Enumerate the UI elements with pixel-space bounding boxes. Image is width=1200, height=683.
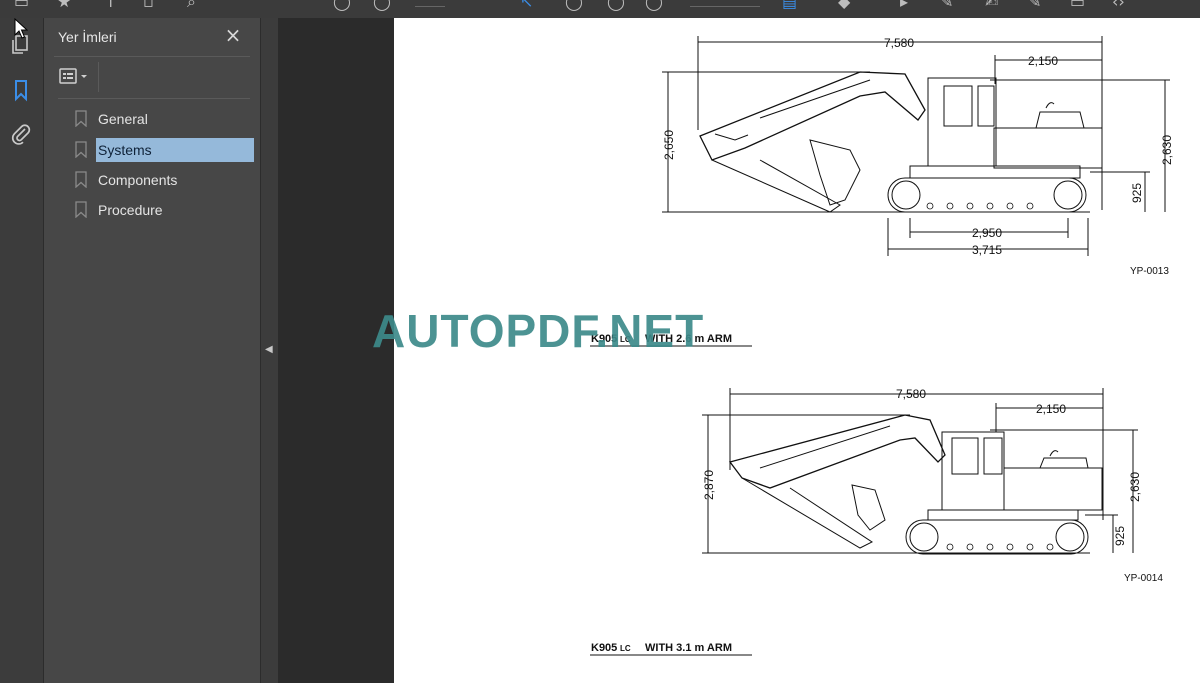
dim-ground-2: 925 [1113, 526, 1127, 546]
sign-icon[interactable]: ✎ [940, 0, 953, 10]
share-icon[interactable]: ▭ [1070, 0, 1085, 10]
excavator-drawing-1 [662, 36, 1170, 256]
bookmark-label: Procedure [98, 202, 163, 218]
collapse-panel-icon[interactable]: ◀ [265, 344, 273, 355]
bookmark-icon [75, 110, 87, 127]
zoom-out-icon[interactable]: ◯ [333, 0, 351, 10]
dim-height-left-1: 2,650 [662, 130, 676, 160]
bookmark-item-general[interactable]: General [72, 106, 272, 132]
bookmark-icon [75, 141, 87, 158]
zoom-in-icon[interactable]: ◯ [373, 0, 391, 10]
bookmark-label: General [98, 111, 148, 127]
dim-top-right-2: 2,150 [1036, 402, 1066, 416]
divider [54, 56, 250, 57]
bookmarks-icon[interactable] [9, 78, 33, 102]
comment-icon[interactable]: ✎ [1028, 0, 1041, 10]
fill-icon[interactable]: ✍ [985, 0, 998, 10]
dim-ground-1: 925 [1130, 183, 1144, 203]
search-icon[interactable]: ⌕ [187, 0, 196, 10]
dim-top-right-1: 2,150 [1028, 54, 1058, 68]
dim-track-inner-1: 2,950 [972, 226, 1002, 240]
bookmark-item-procedure[interactable]: Procedure [72, 197, 272, 223]
svg-text:WITH 3.1 m ARM: WITH 3.1 m ARM [645, 642, 732, 654]
rotate-icon[interactable]: ◯ [565, 0, 583, 10]
dim-height-right-2: 2,630 [1128, 472, 1142, 502]
bookmark-icon [75, 201, 87, 218]
dim-overall-1: 7,580 [884, 36, 914, 50]
more-icon[interactable]: ‹› [1112, 0, 1125, 10]
bookmark-label: Components [98, 172, 178, 188]
bookmarks-panel: Yer İmleri × General Systems Components … [44, 18, 260, 683]
divider [58, 98, 250, 99]
figure-ref-1: YP-0013 [1130, 266, 1169, 277]
svg-text:LC: LC [620, 644, 631, 653]
close-icon[interactable]: × [224, 25, 242, 45]
watermark: AUTOPDF.NET [372, 305, 705, 357]
zoom-field[interactable] [690, 0, 760, 7]
bookmark-item-systems[interactable]: Systems [72, 137, 272, 163]
attachments-icon[interactable] [9, 122, 33, 146]
figure-caption-2: K905 LC WITH 3.1 m ARM [591, 642, 732, 654]
bookmark-icon [75, 171, 87, 188]
highlight-icon[interactable]: ◯ [607, 0, 625, 10]
bookmark-label: Systems [96, 138, 254, 162]
svg-text:K905: K905 [591, 642, 617, 654]
dim-height-left-2: 2,870 [702, 470, 716, 500]
dim-height-right-1: 2,630 [1160, 135, 1174, 165]
bookmark-item-components[interactable]: Components [72, 167, 272, 193]
figure-ref-2: YP-0014 [1124, 573, 1163, 584]
edit-icon[interactable]: ◆ [838, 0, 850, 10]
print-icon[interactable]: ▭ [14, 0, 29, 10]
bookmark-options-button[interactable] [58, 66, 92, 88]
play-icon[interactable]: ▸ [900, 0, 908, 10]
excavator-drawing-2 [702, 388, 1138, 555]
page-field[interactable] [415, 0, 445, 7]
dim-track-outer-1: 3,715 [972, 243, 1002, 257]
divider [98, 62, 99, 92]
save-icon[interactable]: ▫ [143, 0, 154, 10]
bookmark-add-icon[interactable]: ★ [57, 0, 71, 10]
dim-overall-2: 7,580 [896, 387, 926, 401]
mouse-cursor-icon [14, 18, 28, 39]
top-toolbar: ▭ ★ ↑ ▫ ⌕ ◯ ◯ ↖ ◯ ◯ ◯ ▤ ◆ ▸ ✎ ✍ ✎ ▭ ‹› [0, 0, 1200, 19]
select-tool-icon[interactable]: ↖ [520, 0, 533, 10]
upload-icon[interactable]: ↑ [104, 0, 117, 10]
zoom-out-small-icon[interactable]: ◯ [645, 0, 663, 10]
view-icon[interactable]: ▤ [782, 0, 797, 10]
panel-title: Yer İmleri [58, 29, 117, 45]
sidebar-rail [0, 18, 44, 683]
